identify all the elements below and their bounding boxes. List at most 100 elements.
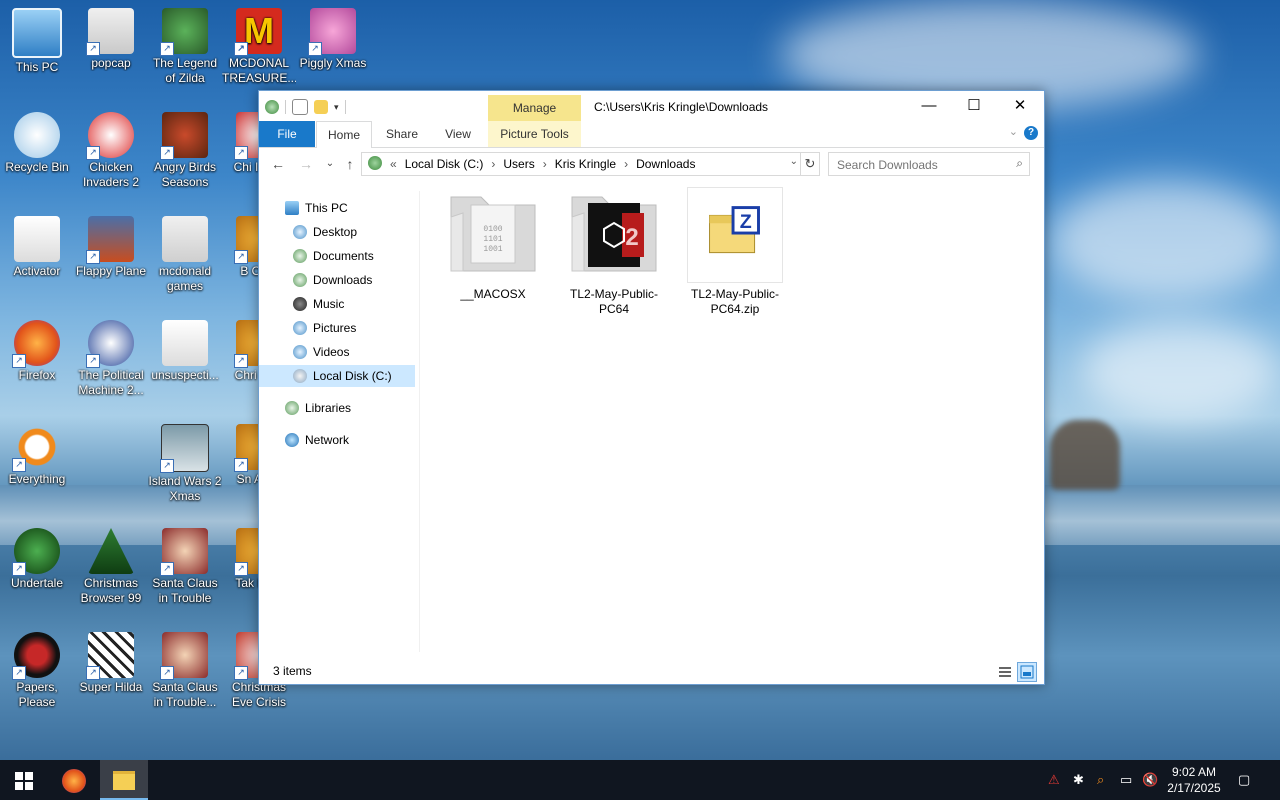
recent-locations-button[interactable]: ⌄	[321, 155, 339, 173]
desktop-icon-island-wars-2-xmas[interactable]: ↗ Island Wars 2 Xmas	[148, 424, 222, 504]
status-bar: 3 items	[259, 658, 1044, 684]
clock[interactable]: 9:02 AM 2/17/2025	[1158, 764, 1230, 796]
desktop-icon-label: Island Wars 2 Xmas	[148, 474, 222, 503]
desktop-icon-political-machine[interactable]: ↗ The Political Machine 2...	[74, 320, 148, 398]
desktop-icon-label: Santa Claus in Trouble...	[152, 680, 218, 709]
pig-icon: ↗	[308, 8, 356, 56]
address-bar[interactable]: « Local Disk (C:) › Users › Kris Kringle…	[361, 152, 801, 176]
details-view-button[interactable]	[995, 662, 1015, 682]
libraries-icon	[285, 401, 299, 415]
desktop-icon-legend-of-zilda[interactable]: ↗ The Legend of Zilda	[148, 8, 222, 86]
nav-item-videos[interactable]: Videos	[293, 341, 349, 363]
desktop-icon-firefox[interactable]: ↗ Firefox	[0, 320, 74, 383]
app-icon[interactable]	[265, 100, 279, 114]
nav-item-music[interactable]: Music	[293, 293, 344, 315]
desktop-icon-unsuspecti[interactable]: unsuspecti...	[148, 320, 222, 383]
breadcrumb-local-disk[interactable]: Local Disk (C:)	[405, 157, 484, 171]
desktop-icon-popcap[interactable]: ↗ popcap	[74, 8, 148, 71]
expand-ribbon-icon[interactable]: ⌄	[1009, 125, 1018, 138]
nav-label: Pictures	[313, 321, 357, 335]
desktop-icon-chicken-invaders-2[interactable]: ↗ Chicken Invaders 2	[74, 112, 148, 190]
large-icons-view-button[interactable]	[1017, 662, 1037, 682]
new-folder-icon[interactable]	[314, 100, 328, 114]
minimize-button[interactable]: —	[906, 91, 952, 121]
start-button[interactable]	[0, 760, 48, 800]
taskbar-file-explorer[interactable]	[100, 760, 148, 800]
file-item-tl2-zip[interactable]: Z TL2-May-Public-PC64.zip	[685, 187, 785, 317]
angry-bird-icon: ↗	[160, 112, 208, 160]
forward-button[interactable]: →	[297, 155, 315, 173]
everything-search-icon[interactable]: ⌕	[1097, 772, 1104, 788]
desktop-icon-label: Chicken Invaders 2	[82, 160, 140, 189]
desktop-icon-label: Firefox	[18, 368, 56, 382]
network-activity-icon[interactable]: ✱	[1073, 772, 1084, 788]
mcdonalds-icon: M ↗	[234, 8, 282, 56]
title-bar[interactable]: ▾ Manage C:\Users\Kris Kringle\Downloads…	[259, 91, 1044, 121]
nav-item-network[interactable]: Network	[285, 429, 349, 451]
desktop-icon-label: Undertale	[10, 576, 64, 590]
game-icon: ↗	[160, 8, 208, 56]
desktop-icon-undertale[interactable]: ↗ Undertale	[0, 528, 74, 591]
folder-icon: ↗	[86, 8, 134, 56]
tab-share[interactable]: Share	[375, 121, 429, 147]
desktop-icon-activator[interactable]: Activator	[0, 216, 74, 279]
desktop-icon-recycle-bin[interactable]: Recycle Bin	[0, 112, 74, 175]
refresh-button[interactable]: ↻	[801, 152, 820, 176]
desktop-icon-papers-please[interactable]: ↗ Papers, Please	[0, 632, 74, 710]
desktop-icon-mcdonald-games[interactable]: mcdonald games	[148, 216, 222, 294]
back-button[interactable]: ←	[269, 155, 287, 173]
customize-toolbar-icon[interactable]: ▾	[334, 102, 339, 113]
maximize-button[interactable]: ☐	[951, 91, 997, 121]
desktop-icon-super-hilda[interactable]: ↗ Super Hilda	[74, 632, 148, 695]
properties-icon[interactable]	[292, 99, 308, 115]
tab-picture-tools[interactable]: Picture Tools	[488, 121, 581, 147]
desktop-icon-everything[interactable]: ↗ Everything	[0, 424, 74, 487]
window-title: C:\Users\Kris Kringle\Downloads	[594, 100, 769, 114]
desktop-icon-santa-claus-in-trouble-2[interactable]: ↗ Santa Claus in Trouble...	[148, 632, 222, 710]
desktop-icon-christmas-browser-99[interactable]: Christmas Browser 99	[74, 528, 148, 606]
breadcrumb-separator[interactable]: ›	[491, 157, 495, 171]
breadcrumb-separator[interactable]: ›	[543, 157, 547, 171]
clock-time: 9:02 AM	[1171, 765, 1217, 779]
tab-file[interactable]: File	[259, 121, 315, 147]
up-button[interactable]: ↑	[341, 155, 359, 173]
file-item-macosx[interactable]: 0100 1101 1001 __MACOSX	[443, 187, 543, 302]
nav-item-downloads[interactable]: Downloads	[293, 269, 372, 291]
tab-view[interactable]: View	[431, 121, 485, 147]
breadcrumb-kris-kringle[interactable]: Kris Kringle	[555, 157, 616, 171]
notifications-icon[interactable]: ▢	[1238, 772, 1250, 788]
desktop-icon-this-pc[interactable]: This PC	[0, 8, 74, 75]
address-dropdown-icon[interactable]: ⌄	[790, 156, 798, 167]
computer-icon	[12, 8, 62, 58]
nav-item-local-disk[interactable]: Local Disk (C:)	[259, 365, 415, 387]
tab-home[interactable]: Home	[316, 121, 372, 148]
nav-item-pictures[interactable]: Pictures	[293, 317, 356, 339]
help-icon[interactable]: ?	[1024, 126, 1038, 140]
file-item-tl2-folder[interactable]: 2 TL2-May-Public-PC64	[564, 187, 664, 317]
breadcrumb-users[interactable]: Users	[503, 157, 534, 171]
folder-icon	[113, 771, 135, 791]
folder-icon: 0100 1101 1001	[445, 187, 541, 283]
security-alert-icon[interactable]: ⚠	[1048, 772, 1060, 788]
breadcrumb-overflow[interactable]: «	[390, 157, 397, 171]
desktop-icon-mcdonal-treasure[interactable]: M ↗ MCDONAL TREASURE...	[222, 8, 296, 86]
manage-tab[interactable]: Manage	[488, 95, 581, 121]
search-box[interactable]: ⌕	[828, 152, 1030, 176]
nav-label: Desktop	[313, 225, 358, 239]
desktop-icon-piggly-xmas[interactable]: ↗ Piggly Xmas	[296, 8, 370, 71]
nav-item-libraries[interactable]: Libraries	[285, 397, 351, 419]
nav-item-desktop[interactable]: Desktop	[293, 221, 357, 243]
desktop-icon-angry-birds-seasons[interactable]: ↗ Angry Birds Seasons	[148, 112, 222, 190]
search-input[interactable]	[835, 156, 1009, 174]
breadcrumb-downloads[interactable]: Downloads	[636, 157, 695, 171]
nav-item-this-pc[interactable]: This PC	[285, 197, 348, 219]
desktop-icon-flappy-plane[interactable]: ↗ Flappy Plane	[74, 216, 148, 279]
breadcrumb-separator[interactable]: ›	[624, 157, 628, 171]
volume-muted-icon[interactable]: 🔇	[1142, 772, 1158, 788]
taskbar-firefox[interactable]	[50, 760, 98, 800]
network-icon[interactable]: ▭	[1120, 772, 1132, 788]
desktop-icon-santa-claus-in-trouble[interactable]: ↗ Santa Claus in Trouble	[148, 528, 222, 606]
nav-label: Videos	[313, 345, 350, 359]
nav-item-documents[interactable]: Documents	[293, 245, 374, 267]
close-button[interactable]: ✕	[997, 91, 1043, 121]
